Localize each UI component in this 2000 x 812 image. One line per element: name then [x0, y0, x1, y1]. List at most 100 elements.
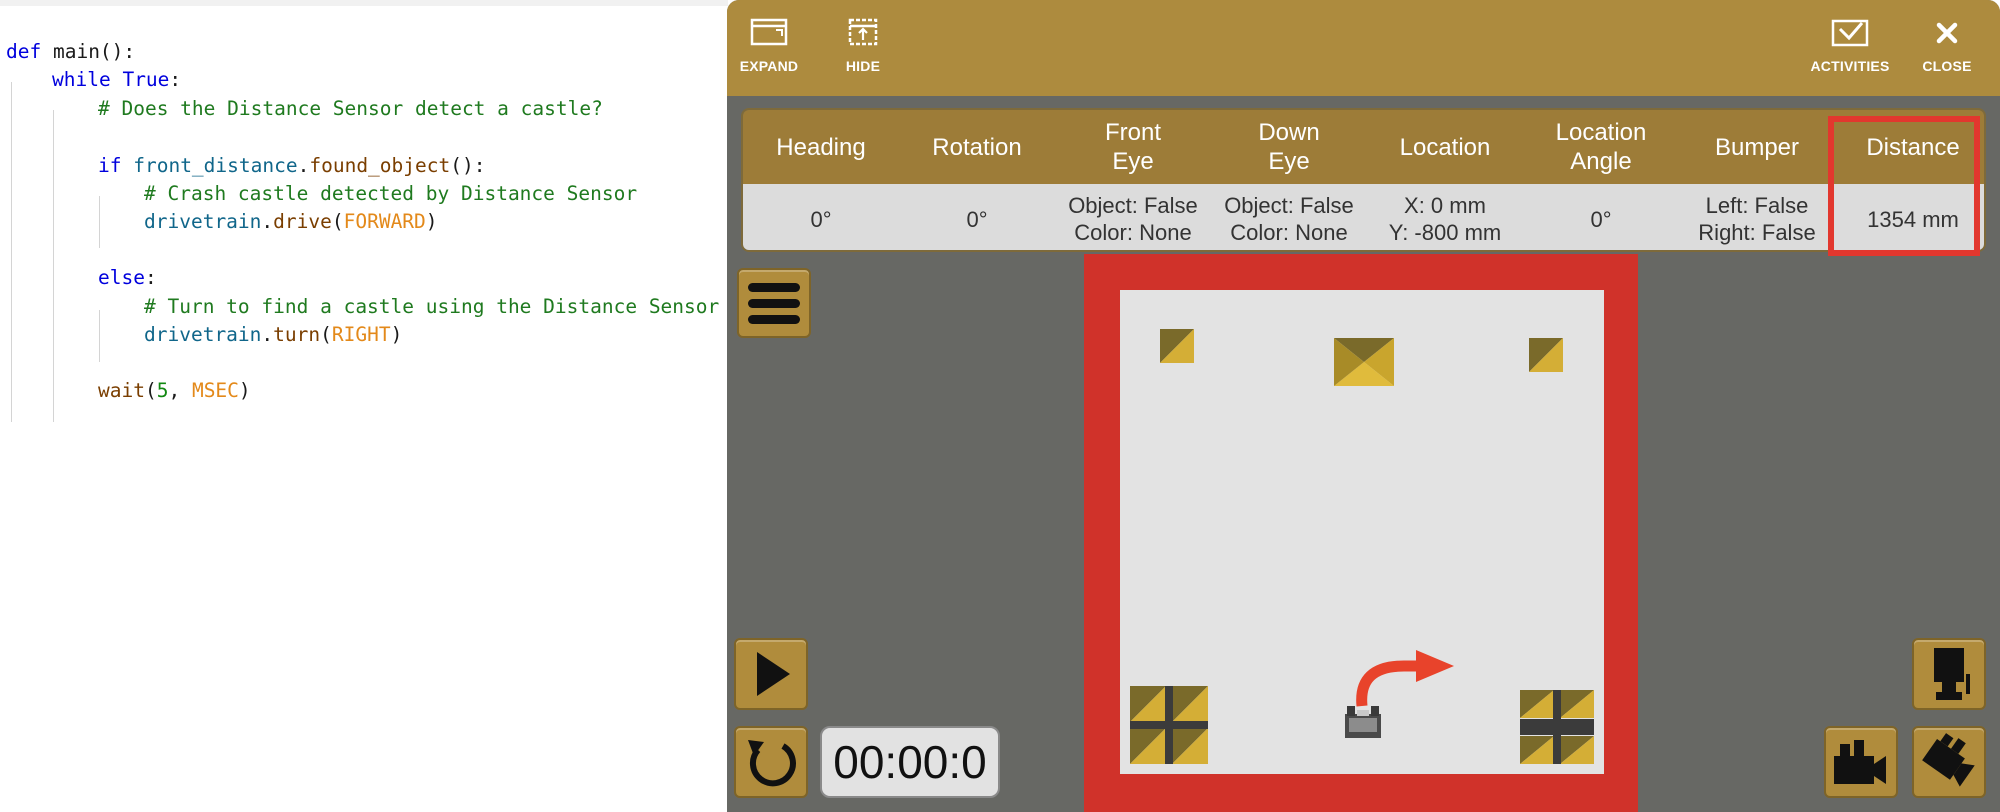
value-distance: 1354 mm	[1867, 206, 1959, 232]
header-rotation: Rotation	[932, 133, 1022, 161]
code-token: ():	[450, 154, 486, 177]
code-token: MSEC	[191, 379, 239, 402]
expand-label: EXPAND	[739, 58, 799, 74]
menu-button[interactable]	[737, 268, 811, 338]
reset-button[interactable]	[734, 726, 808, 798]
camera-icon	[1834, 740, 1886, 784]
code-line[interactable]: else:	[98, 264, 157, 292]
expand-icon	[750, 18, 788, 46]
header-front-eye: Front Eye	[1104, 119, 1161, 175]
header-heading: Heading	[776, 133, 866, 161]
playground-window: EXPAND HIDE ACTIVITIES CLOSE Heading Rot…	[727, 0, 2000, 812]
code-line[interactable]: while True:	[52, 66, 181, 94]
code-token: drivetrain	[144, 210, 262, 233]
code-token: wait	[98, 379, 145, 402]
code-token: found_object	[309, 154, 451, 177]
close-label: CLOSE	[1922, 58, 1972, 74]
header-location-angle: Location Angle	[1555, 119, 1647, 175]
code-token: drive	[273, 210, 332, 233]
indent-guide	[11, 82, 12, 422]
reset-icon	[748, 740, 796, 787]
sensor-table-header: Heading Rotation Front Eye Down Eye Loca…	[743, 110, 1984, 184]
code-token: RIGHT	[331, 323, 391, 346]
sensor-table: Heading Rotation Front Eye Down Eye Loca…	[741, 108, 1986, 252]
code-token: # Crash castle detected by Distance Sens…	[144, 182, 638, 205]
code-token: True	[122, 68, 170, 91]
code-line[interactable]: if front_distance.found_object():	[98, 152, 485, 180]
value-location-angle: 0°	[1590, 206, 1612, 232]
indent-guide	[53, 110, 54, 422]
code-token: :	[169, 68, 182, 91]
field-floor	[1120, 290, 1604, 774]
code-token: )	[425, 210, 438, 233]
robot-view-button[interactable]	[1912, 638, 1986, 710]
code-line[interactable]: drivetrain.turn(RIGHT)	[144, 321, 402, 349]
code-token: # Turn to find a castle using the Distan…	[144, 295, 720, 318]
value-heading: 0°	[810, 206, 832, 232]
large-castle	[1130, 686, 1208, 764]
code-line[interactable]: # Crash castle detected by Distance Sens…	[144, 180, 637, 208]
hide-button[interactable]: HIDE	[818, 16, 908, 80]
code-line[interactable]: wait(5, MSEC)	[98, 377, 251, 405]
code-token: .	[297, 154, 310, 177]
value-front-eye: Object: False Color: None	[1068, 193, 1198, 245]
value-bumper: Left: False Right: False	[1698, 193, 1816, 245]
value-down-eye: Object: False Color: None	[1224, 193, 1354, 245]
header-location: Location	[1399, 133, 1491, 161]
header-bumper: Bumper	[1714, 133, 1800, 161]
code-line[interactable]: # Turn to find a castle using the Distan…	[144, 293, 719, 321]
code-token: )	[238, 379, 251, 402]
code-token: main():	[52, 40, 136, 63]
value-location: X: 0 mm Y: -800 mm	[1388, 193, 1502, 245]
indent-guide	[99, 196, 100, 248]
robot-view-icon	[1934, 648, 1970, 700]
value-rotation: 0°	[966, 206, 988, 232]
activities-label: ACTIVITIES	[1810, 58, 1890, 74]
header-distance: Distance	[1866, 133, 1960, 161]
code-line[interactable]: drivetrain.drive(FORWARD)	[144, 208, 438, 236]
menu-icon	[748, 283, 800, 324]
code-line[interactable]: # Does the Distance Sensor detect a cast…	[98, 95, 603, 123]
code-token: (	[320, 323, 332, 346]
code-token: (	[144, 379, 157, 402]
camera-button[interactable]	[1824, 726, 1898, 798]
play-button[interactable]	[734, 638, 808, 710]
code-token: turn	[273, 323, 321, 346]
timer-display: 00:00:0	[820, 726, 1000, 798]
code-token: front_distance	[133, 154, 298, 177]
expand-button[interactable]: EXPAND	[727, 16, 814, 80]
medium-castle	[1334, 338, 1394, 386]
robot-icon	[1345, 706, 1381, 738]
code-token: ,	[168, 379, 192, 402]
hide-icon	[848, 18, 878, 46]
close-icon	[1936, 22, 1958, 44]
code-token: if	[98, 154, 134, 177]
code-token: )	[390, 323, 403, 346]
code-token: # Does the Distance Sensor detect a cast…	[98, 97, 603, 120]
header-down-eye: Down Eye	[1258, 119, 1320, 175]
camera-rotate-button[interactable]	[1912, 726, 1986, 798]
code-token: def	[6, 40, 53, 63]
code-editor[interactable]: def main(): while True: # Does the Distanc…	[0, 0, 728, 812]
camera-rotate-icon	[1922, 733, 1975, 787]
code-token: drivetrain	[144, 323, 262, 346]
code-token: .	[261, 323, 274, 346]
play-icon	[757, 652, 790, 696]
activities-icon	[1831, 19, 1869, 47]
small-castle	[1529, 338, 1563, 372]
code-token: .	[261, 210, 274, 233]
code-token: while	[52, 68, 123, 91]
hide-label: HIDE	[845, 58, 881, 74]
code-token: else	[98, 266, 145, 289]
code-token: FORWARD	[343, 210, 426, 233]
code-token: 5	[156, 379, 169, 402]
activities-button[interactable]: ACTIVITIES	[1798, 16, 1902, 80]
small-castle	[1160, 329, 1194, 363]
code-line[interactable]: def main():	[6, 38, 135, 66]
sensor-table-values: 0° 0° Object: False Color: None Object: …	[743, 184, 1984, 250]
large-castle	[1520, 690, 1594, 764]
close-button[interactable]: CLOSE	[1907, 16, 1987, 80]
playground-toolbar: EXPAND HIDE ACTIVITIES CLOSE	[727, 0, 2000, 96]
code-token: (	[331, 210, 344, 233]
code-token: :	[144, 266, 157, 289]
